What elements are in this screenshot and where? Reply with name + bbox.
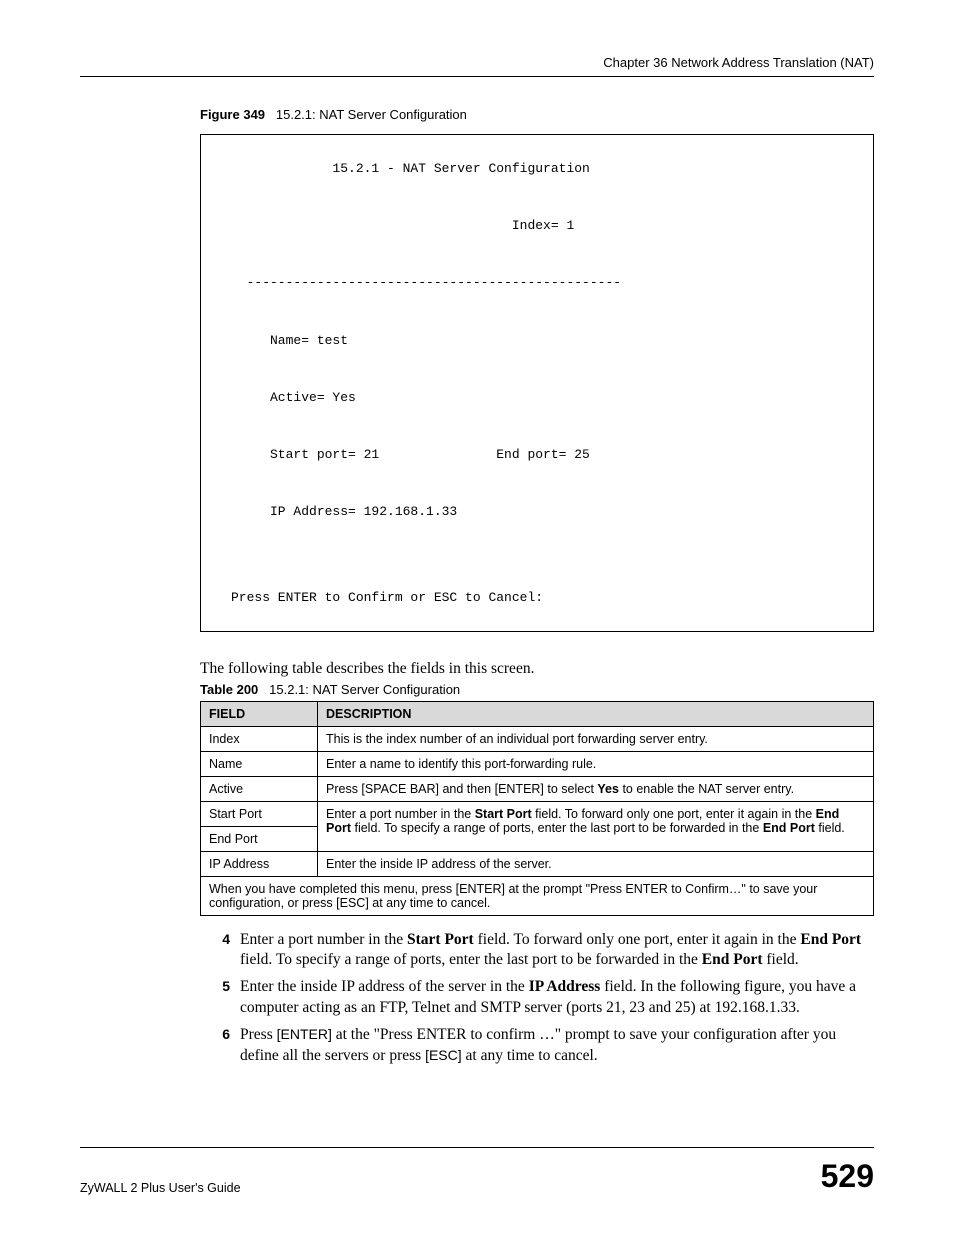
chapter-heading: Chapter 36 Network Address Translation (… xyxy=(80,55,874,70)
figure-title: 15.2.1: NAT Server Configuration xyxy=(276,107,467,122)
terminal-screen: 15.2.1 - NAT Server Configuration Index=… xyxy=(200,134,874,632)
step-number: 6 xyxy=(200,1025,240,1067)
cell-footer: When you have completed this menu, press… xyxy=(201,876,874,915)
step-item: 6 Press [ENTER] at the "Press ENTER to c… xyxy=(200,1025,874,1067)
horizontal-rule-top xyxy=(80,76,874,77)
footer-guide-name: ZyWALL 2 Plus User's Guide xyxy=(80,1181,241,1195)
cell-desc: Enter a name to identify this port-forwa… xyxy=(318,751,874,776)
step-text: Enter the inside IP address of the serve… xyxy=(240,977,874,1019)
table-label: Table 200 xyxy=(200,682,258,697)
step-text: Enter a port number in the Start Port fi… xyxy=(240,930,874,972)
cell-desc-ports: Enter a port number in the Start Port fi… xyxy=(318,801,874,851)
col-header-description: DESCRIPTION xyxy=(318,701,874,726)
table-header-row: FIELD DESCRIPTION xyxy=(201,701,874,726)
cell-desc: Enter the inside IP address of the serve… xyxy=(318,851,874,876)
step-text: Press [ENTER] at the "Press ENTER to con… xyxy=(240,1025,874,1067)
figure-label: Figure 349 xyxy=(200,107,265,122)
main-content: Figure 349 15.2.1: NAT Server Configurat… xyxy=(200,107,874,1067)
table-row: Start Port Enter a port number in the St… xyxy=(201,801,874,826)
table-caption: Table 200 15.2.1: NAT Server Configurati… xyxy=(200,682,874,697)
step-item: 4 Enter a port number in the Start Port … xyxy=(200,930,874,972)
table-row: Index This is the index number of an ind… xyxy=(201,726,874,751)
page-footer: ZyWALL 2 Plus User's Guide 529 xyxy=(80,1147,874,1195)
figure-caption: Figure 349 15.2.1: NAT Server Configurat… xyxy=(200,107,874,122)
table-footer-row: When you have completed this menu, press… xyxy=(201,876,874,915)
cell-desc: This is the index number of an individua… xyxy=(318,726,874,751)
table-title: 15.2.1: NAT Server Configuration xyxy=(269,682,460,697)
table-row: Active Press [SPACE BAR] and then [ENTER… xyxy=(201,776,874,801)
cell-field: Name xyxy=(201,751,318,776)
table-intro-text: The following table describes the fields… xyxy=(200,660,874,678)
cell-field: Index xyxy=(201,726,318,751)
table-row: IP Address Enter the inside IP address o… xyxy=(201,851,874,876)
step-number: 5 xyxy=(200,977,240,1019)
col-header-field: FIELD xyxy=(201,701,318,726)
field-description-table: FIELD DESCRIPTION Index This is the inde… xyxy=(200,701,874,916)
cell-desc: Press [SPACE BAR] and then [ENTER] to se… xyxy=(318,776,874,801)
cell-field: IP Address xyxy=(201,851,318,876)
table-row: Name Enter a name to identify this port-… xyxy=(201,751,874,776)
cell-field: Active xyxy=(201,776,318,801)
step-item: 5 Enter the inside IP address of the ser… xyxy=(200,977,874,1019)
cell-field: Start Port xyxy=(201,801,318,826)
footer-page-number: 529 xyxy=(821,1158,874,1195)
step-number: 4 xyxy=(200,930,240,972)
cell-field: End Port xyxy=(201,826,318,851)
numbered-steps: 4 Enter a port number in the Start Port … xyxy=(200,930,874,1068)
page: Chapter 36 Network Address Translation (… xyxy=(0,0,954,1235)
